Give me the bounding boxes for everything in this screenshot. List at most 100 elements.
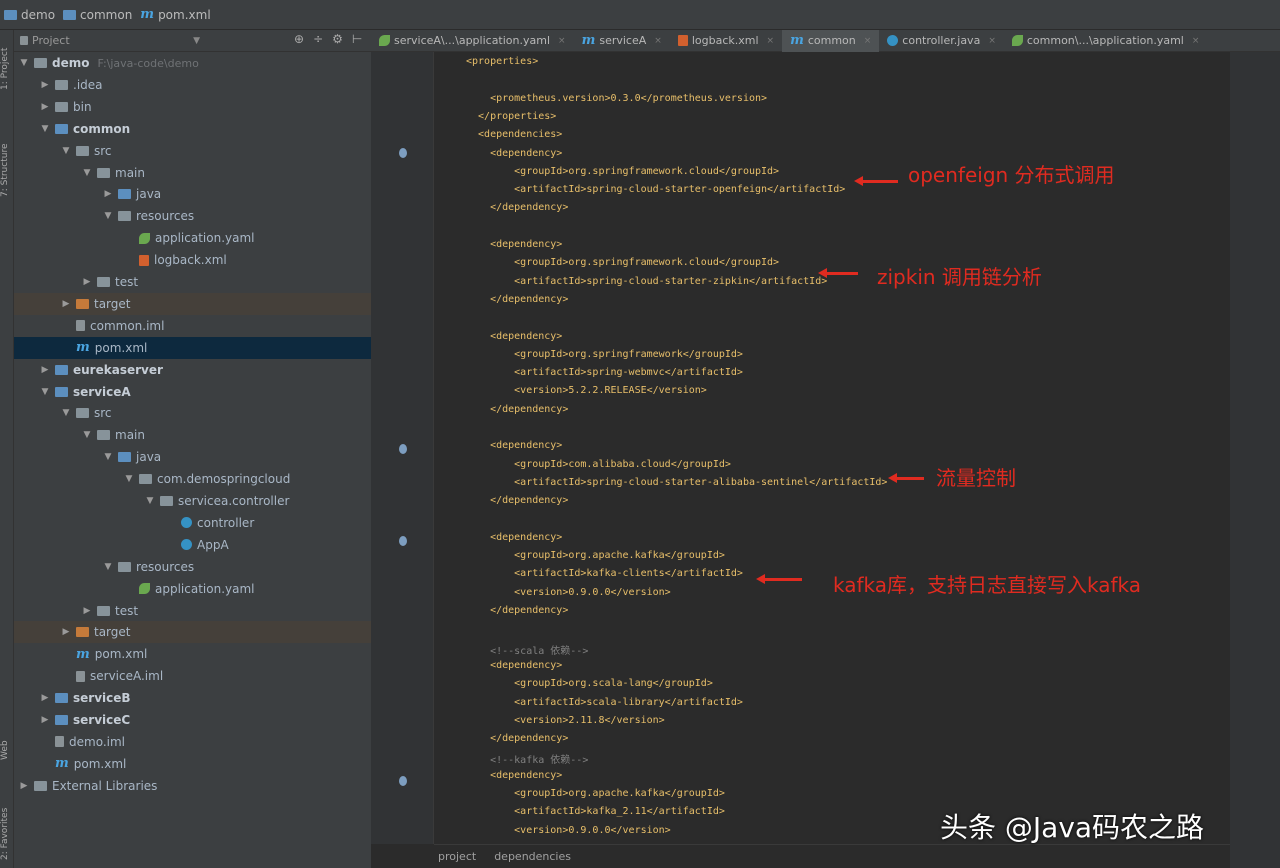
close-icon[interactable]: × bbox=[654, 36, 662, 46]
editor-tab[interactable]: serviceA\...\application.yaml × bbox=[371, 30, 574, 52]
xml-file-icon bbox=[677, 35, 688, 46]
code-line: <groupId>org.scala-lang</groupId> bbox=[466, 678, 713, 690]
tree-node[interactable]: ▶ serviceC bbox=[14, 709, 396, 731]
project-tool-tab[interactable]: 1: Project bbox=[0, 34, 13, 104]
tree-node[interactable]: ▼ serviceA bbox=[14, 381, 396, 403]
chevron-right-icon[interactable]: ▶ bbox=[102, 189, 114, 199]
chevron-down-icon[interactable]: ▼ bbox=[39, 124, 51, 134]
tree-node-icon bbox=[181, 517, 192, 529]
chevron-right-icon[interactable]: ▶ bbox=[39, 693, 51, 703]
editor-tab[interactable]: m common × bbox=[782, 29, 880, 52]
tree-node[interactable]: serviceA.iml bbox=[14, 665, 417, 687]
tree-node-label: eurekaserver bbox=[73, 362, 163, 377]
tree-node[interactable]: m pom.xml bbox=[14, 336, 417, 359]
close-icon[interactable]: × bbox=[558, 36, 566, 46]
chevron-right-icon[interactable]: ▶ bbox=[39, 715, 51, 725]
bookmark-icon[interactable] bbox=[399, 776, 407, 786]
code-line: <artifactId>kafka_2.11</artifactId> bbox=[466, 806, 725, 818]
breadcrumb-pom[interactable]: m pom.xml bbox=[140, 7, 210, 22]
chevron-down-icon[interactable]: ▼ bbox=[144, 496, 156, 506]
chevron-right-icon[interactable]: ▶ bbox=[60, 299, 72, 309]
bookmark-icon[interactable] bbox=[399, 444, 407, 454]
tree-node[interactable]: m pom.xml bbox=[14, 753, 396, 775]
tree-node[interactable]: ▶ External Libraries bbox=[14, 775, 375, 797]
tree-node-icon bbox=[97, 430, 110, 441]
editor-tab[interactable]: logback.xml × bbox=[670, 30, 782, 52]
tree-node[interactable]: ▼ demo F:\java-code\demo bbox=[14, 52, 375, 74]
chevron-right-icon[interactable]: ▶ bbox=[39, 365, 51, 375]
source-folder-icon bbox=[55, 364, 68, 375]
structure-tool-tab[interactable]: 7: Structure bbox=[0, 130, 13, 210]
tree-node-icon bbox=[76, 298, 89, 309]
bookmark-icon[interactable] bbox=[399, 536, 407, 546]
web-tool-tab[interactable]: Web bbox=[0, 730, 13, 770]
tree-node[interactable]: demo.iml bbox=[14, 731, 396, 753]
tab-dependencies[interactable]: dependencies bbox=[494, 850, 571, 863]
tree-node-icon bbox=[76, 670, 85, 682]
chevron-right-icon[interactable]: ▶ bbox=[81, 606, 93, 616]
folder-icon bbox=[55, 101, 68, 112]
tree-node[interactable]: ▶ eurekaserver bbox=[14, 359, 396, 381]
tree-node[interactable]: common.iml bbox=[14, 315, 417, 337]
chevron-right-icon[interactable]: ▶ bbox=[39, 80, 51, 90]
tree-node-icon bbox=[118, 189, 131, 200]
chevron-right-icon[interactable]: ▶ bbox=[60, 627, 72, 637]
source-folder-icon bbox=[55, 693, 68, 704]
favorites-tool-tab[interactable]: 2: Favorites bbox=[0, 800, 13, 868]
code-line: <artifactId>spring-cloud-starter-openfei… bbox=[466, 184, 846, 196]
editor-tab[interactable]: controller.java × bbox=[879, 30, 1004, 52]
chevron-right-icon[interactable]: ▶ bbox=[81, 277, 93, 287]
xml-file-icon bbox=[139, 254, 149, 266]
chevron-right-icon[interactable]: ▶ bbox=[39, 102, 51, 112]
tree-node[interactable]: ▶ bin bbox=[14, 96, 396, 118]
bookmark-icon[interactable] bbox=[399, 148, 407, 158]
tree-node[interactable]: ▶ target bbox=[14, 621, 417, 644]
editor-tab[interactable]: m serviceA × bbox=[574, 30, 670, 52]
maven-icon: m bbox=[76, 340, 90, 356]
breadcrumb-demo[interactable]: demo bbox=[4, 8, 55, 22]
tree-node-label: serviceA.iml bbox=[90, 669, 164, 684]
chevron-down-icon[interactable]: ▼ bbox=[102, 452, 114, 462]
tree-node-icon bbox=[76, 145, 89, 156]
tree-node-label: main bbox=[115, 165, 145, 180]
tree-node[interactable]: ▼ src bbox=[14, 140, 417, 162]
code-line: <artifactId>spring-webmvc</artifactId> bbox=[466, 367, 743, 379]
chevron-down-icon[interactable]: ▼ bbox=[81, 430, 93, 440]
chevron-down-icon[interactable]: ▼ bbox=[18, 58, 30, 68]
tree-node-label: resources bbox=[136, 209, 195, 224]
chevron-right-icon[interactable]: ▶ bbox=[18, 781, 30, 791]
close-icon[interactable]: × bbox=[988, 36, 996, 46]
chevron-down-icon[interactable]: ▼ bbox=[102, 211, 114, 221]
tree-node[interactable]: ▶ serviceB bbox=[14, 687, 396, 709]
tree-node-icon bbox=[55, 79, 68, 90]
tree-node[interactable]: m pom.xml bbox=[14, 643, 417, 665]
settings-gear-icon[interactable]: ⚙ bbox=[332, 32, 343, 46]
folder-icon bbox=[97, 277, 110, 287]
tab-project[interactable]: project bbox=[438, 850, 476, 863]
tree-node-label: application.yaml bbox=[155, 231, 255, 246]
project-view-selector[interactable]: Project ▼ bbox=[20, 34, 200, 47]
chevron-down-icon[interactable]: ▼ bbox=[123, 474, 135, 484]
chevron-down-icon[interactable]: ▼ bbox=[81, 168, 93, 178]
chevron-down-icon[interactable]: ▼ bbox=[102, 562, 114, 572]
scroll-from-source-icon[interactable]: ⊕ bbox=[294, 32, 304, 46]
tree-node[interactable]: ▼ src bbox=[14, 402, 417, 424]
chevron-down-icon[interactable]: ▼ bbox=[60, 408, 72, 418]
chevron-down-icon[interactable]: ▼ bbox=[39, 387, 51, 397]
chevron-down-icon[interactable]: ▼ bbox=[60, 146, 72, 156]
code-line: </dependency> bbox=[466, 202, 569, 214]
code-line: <artifactId>spring-cloud-starter-alibaba… bbox=[466, 476, 888, 488]
editor-tab[interactable]: common\...\application.yaml × bbox=[1004, 30, 1208, 52]
tree-node[interactable]: ▼ common bbox=[14, 118, 396, 140]
close-icon[interactable]: × bbox=[864, 36, 872, 46]
breadcrumb-common[interactable]: common bbox=[63, 8, 132, 22]
collapse-all-icon[interactable]: ÷ bbox=[313, 32, 323, 46]
folder-icon bbox=[55, 79, 68, 90]
close-icon[interactable]: × bbox=[1192, 36, 1200, 46]
tree-node[interactable]: ▶ .idea bbox=[14, 74, 396, 96]
folder-icon bbox=[34, 780, 47, 791]
close-icon[interactable]: × bbox=[767, 36, 775, 46]
tree-node-label: demo.iml bbox=[69, 734, 125, 749]
tree-node[interactable]: ▶ target bbox=[14, 292, 417, 315]
hide-panel-icon[interactable]: ⊢ bbox=[352, 32, 362, 46]
